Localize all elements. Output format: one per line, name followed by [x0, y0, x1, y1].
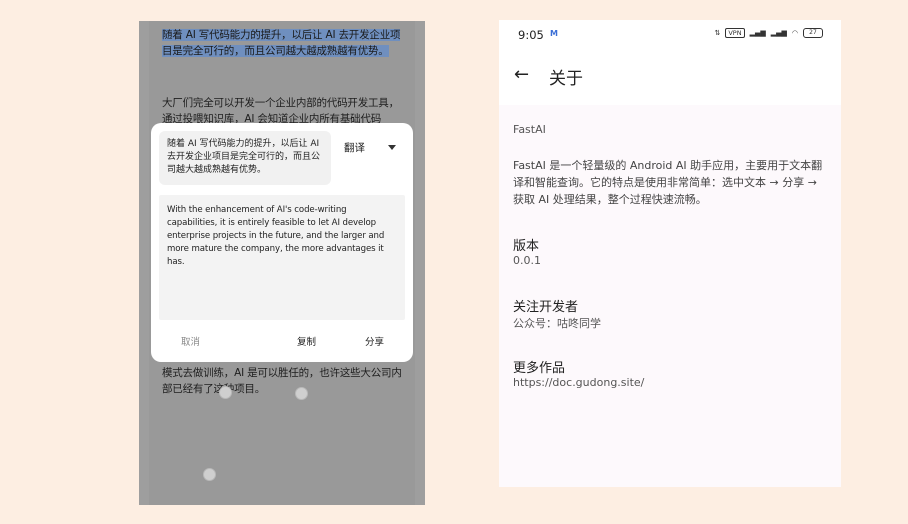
version-value: 0.0.1 [513, 254, 541, 267]
app-name: FastAI [513, 123, 546, 136]
cancel-button[interactable]: 取消 [181, 334, 200, 348]
status-bar: 9:05 M ⇅ VPN ▂▄▆ ▂▄▆ ◠ 27 [499, 20, 841, 50]
doc-paragraph: 模式去做训练，AI 是可以胜任的，也许这些大公司内部已经有了这种项目。 [162, 367, 402, 395]
status-time: 9:05 [518, 28, 544, 42]
translate-dialog: 随着 AI 写代码能力的提升，以后让 AI 去开发企业项目是完全可行的，而且公司… [151, 123, 413, 362]
doc-paragraph-selected[interactable]: 随着 AI 写代码能力的提升，以后让 AI 去开发企业项目是完全可行的，而且公司… [162, 27, 402, 59]
copy-button[interactable]: 复制 [297, 334, 316, 348]
wifi-icon: ◠ [791, 29, 798, 37]
version-title: 版本 [513, 239, 540, 254]
signal-icon: ▂▄▆ [749, 29, 766, 37]
more-works-link[interactable]: https://doc.gudong.site/ [513, 376, 644, 389]
source-text: 随着 AI 写代码能力的提升，以后让 AI 去开发企业项目是完全可行的，而且公司… [159, 131, 331, 185]
page-title: 关于 [549, 69, 583, 89]
developer-value[interactable]: 公众号：咕咚同学 [513, 315, 601, 331]
app-bar: ← 关于 [499, 50, 841, 105]
selection-handle[interactable] [295, 387, 308, 400]
mode-dropdown[interactable]: 翻译 [344, 140, 396, 156]
app-description: FastAI 是一个轻量级的 Android AI 助手应用，主要用于文本翻译和… [513, 159, 823, 206]
signal-icon: ▂▄▆ [770, 29, 787, 37]
mode-dropdown-label: 翻译 [344, 142, 365, 154]
status-icons: ⇅ VPN ▂▄▆ ▂▄▆ ◠ 27 [714, 28, 823, 38]
battery-icon: 27 [803, 28, 823, 38]
caret-down-icon [388, 145, 396, 150]
result-text: With the enhancement of AI's code-writin… [159, 195, 405, 320]
selection-handle[interactable] [219, 386, 232, 399]
doc-paragraph: 大厂们完全可以开发一个企业内部的代码开发工具，通过投喂知识库，AI 会知道企业内… [162, 97, 399, 125]
cursor-handle[interactable] [203, 468, 216, 481]
data-speed-icon: ⇅ [714, 29, 721, 37]
share-button[interactable]: 分享 [365, 334, 384, 348]
right-phone-screen: 9:05 M ⇅ VPN ▂▄▆ ▂▄▆ ◠ 27 ← 关于 FastAI Fa… [499, 20, 841, 487]
left-phone-screen: 随着 AI 写代码能力的提升，以后让 AI 去开发企业项目是完全可行的，而且公司… [139, 21, 425, 505]
gmail-icon: M [550, 29, 558, 38]
vpn-icon: VPN [725, 28, 745, 38]
more-works-title: 更多作品 [513, 361, 566, 376]
developer-title: 关注开发者 [513, 300, 579, 315]
back-arrow-icon[interactable]: ← [514, 65, 529, 85]
